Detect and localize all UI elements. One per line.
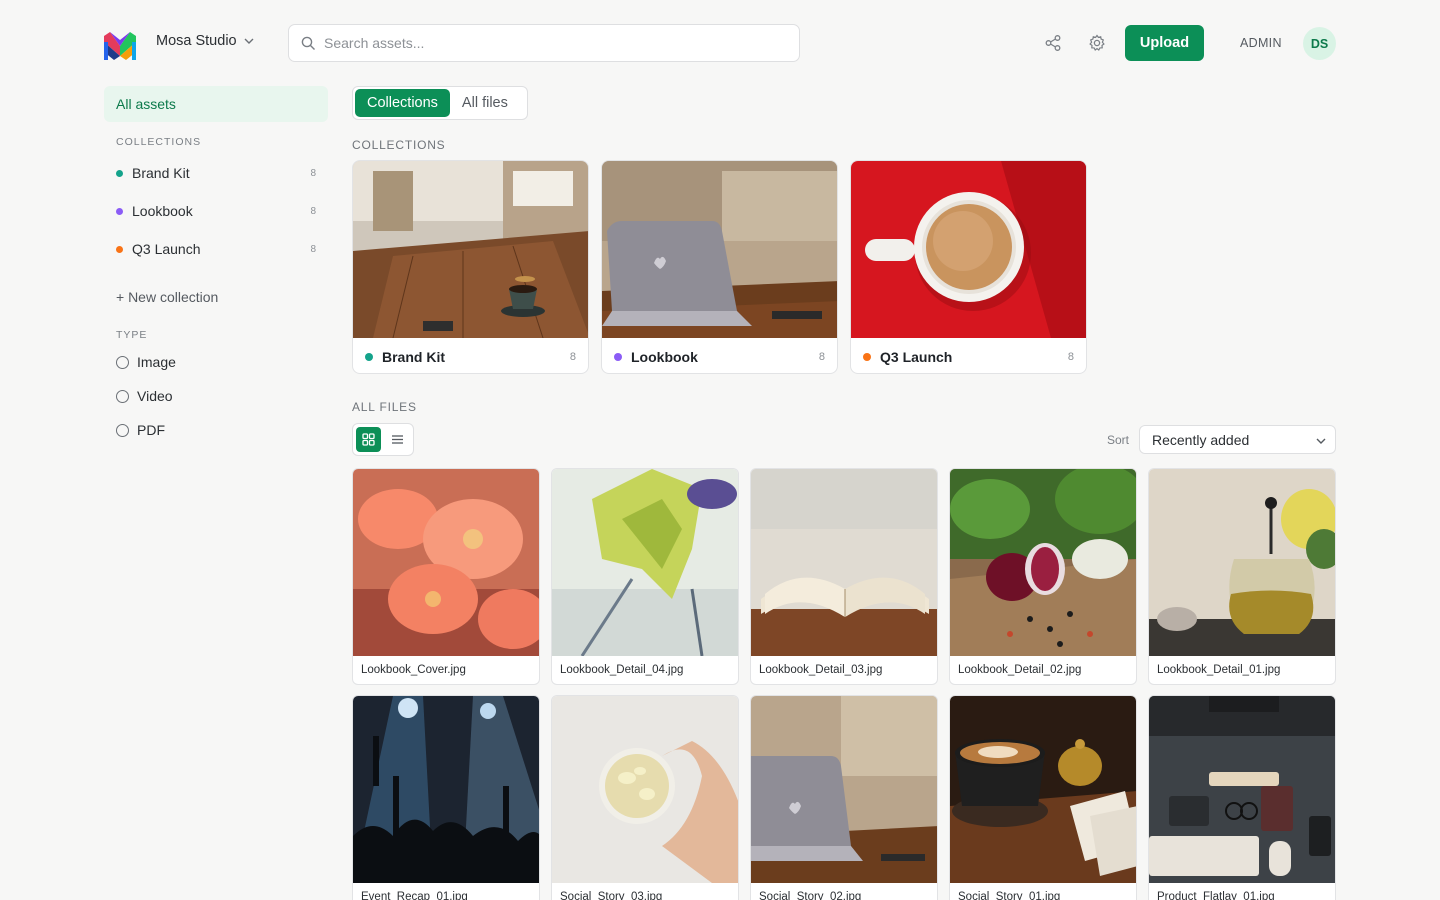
collection-color-dot bbox=[614, 353, 622, 361]
collection-color-dot bbox=[116, 245, 123, 253]
file-card[interactable]: Lookbook_Detail_01.jpg bbox=[1148, 468, 1336, 685]
file-name: Lookbook_Detail_04.jpg bbox=[560, 664, 684, 676]
collection-card-caption: Q3 Launch 8 bbox=[863, 349, 1074, 365]
collection-color-dot bbox=[116, 169, 123, 177]
search-input[interactable] bbox=[324, 35, 764, 51]
upload-button[interactable]: Upload bbox=[1125, 25, 1204, 61]
workspace-switcher[interactable]: Mosa Studio bbox=[156, 33, 255, 49]
file-name: Event_Recap_01.jpg bbox=[361, 891, 468, 900]
top-bar: Mosa Studio Upload ADMIN DS bbox=[0, 0, 1440, 86]
collection-card-caption: Brand Kit 8 bbox=[365, 349, 576, 365]
sort-value: Recently added bbox=[1152, 431, 1250, 448]
type-label: Video bbox=[137, 388, 173, 404]
search-bar[interactable] bbox=[288, 24, 800, 62]
file-name: Social_Story_01.jpg bbox=[958, 891, 1061, 900]
file-thumbnail bbox=[950, 469, 1136, 656]
item-count: 8 bbox=[310, 167, 316, 179]
new-collection-button[interactable]: + New collection bbox=[116, 289, 218, 305]
type-filter-pdf[interactable]: PDF bbox=[116, 420, 165, 440]
file-thumbnail bbox=[751, 469, 937, 656]
file-name: Lookbook_Detail_01.jpg bbox=[1157, 664, 1281, 676]
file-card[interactable]: Lookbook_Detail_02.jpg bbox=[949, 468, 1137, 685]
file-card[interactable]: Product_Flatlay_01.jpg bbox=[1148, 695, 1336, 900]
collection-card-brand-kit[interactable]: Brand Kit 8 bbox=[352, 160, 589, 374]
collection-color-dot bbox=[863, 353, 871, 361]
file-name: Product_Flatlay_01.jpg bbox=[1157, 891, 1275, 900]
item-count: 8 bbox=[1067, 351, 1074, 363]
file-name: Social_Story_03.jpg bbox=[560, 891, 663, 900]
item-count: 8 bbox=[569, 351, 576, 363]
grid-view-icon[interactable] bbox=[356, 427, 381, 452]
file-name: Social_Story_02.jpg bbox=[759, 891, 862, 900]
radio-icon[interactable] bbox=[116, 389, 129, 403]
file-thumbnail bbox=[552, 469, 738, 656]
item-count: 8 bbox=[310, 205, 316, 217]
file-card[interactable]: Event_Recap_01.jpg bbox=[352, 695, 540, 900]
radio-icon[interactable] bbox=[116, 423, 129, 437]
file-card[interactable]: Lookbook_Cover.jpg bbox=[352, 468, 540, 685]
collection-color-dot bbox=[365, 353, 373, 361]
file-name: Lookbook_Detail_03.jpg bbox=[759, 664, 883, 676]
type-filter-video[interactable]: Video bbox=[116, 386, 173, 406]
collection-card-label: Brand Kit bbox=[382, 349, 445, 365]
file-thumbnail bbox=[353, 696, 539, 883]
sidebar-item-label: Brand Kit bbox=[132, 165, 190, 181]
collection-thumbnail bbox=[353, 161, 588, 338]
type-filter-image[interactable]: Image bbox=[116, 352, 176, 372]
role-label: ADMIN bbox=[1240, 36, 1282, 50]
item-count: 8 bbox=[310, 243, 316, 255]
collection-color-dot bbox=[116, 207, 123, 215]
type-heading: TYPE bbox=[116, 329, 148, 341]
avatar[interactable]: DS bbox=[1303, 27, 1336, 60]
logo-icon[interactable] bbox=[104, 32, 136, 60]
tab-collections[interactable]: Collections bbox=[355, 89, 450, 117]
sidebar-item-label: Q3 Launch bbox=[132, 241, 201, 257]
chevron-down-icon bbox=[243, 35, 255, 47]
radio-icon[interactable] bbox=[116, 355, 129, 369]
sidebar-item-q3-launch[interactable]: Q3 Launch 8 bbox=[116, 238, 328, 260]
collection-thumbnail bbox=[602, 161, 837, 338]
collection-thumbnail bbox=[851, 161, 1086, 338]
file-thumbnail bbox=[353, 469, 539, 656]
file-card[interactable]: Social_Story_03.jpg bbox=[551, 695, 739, 900]
type-label: PDF bbox=[137, 422, 165, 438]
collection-card-q3-launch[interactable]: Q3 Launch 8 bbox=[850, 160, 1087, 374]
collection-card-label: Lookbook bbox=[631, 349, 698, 365]
share-icon[interactable] bbox=[1042, 32, 1064, 54]
collections-heading: COLLECTIONS bbox=[116, 136, 202, 148]
collections-section-heading: COLLECTIONS bbox=[352, 138, 446, 152]
file-thumbnail bbox=[751, 696, 937, 883]
all-files-section-heading: ALL FILES bbox=[352, 400, 417, 414]
sidebar-item-label: Lookbook bbox=[132, 203, 193, 219]
sidebar-item-brand-kit[interactable]: Brand Kit 8 bbox=[116, 162, 328, 184]
item-count: 8 bbox=[818, 351, 825, 363]
workspace-name: Mosa Studio bbox=[156, 33, 237, 49]
list-view-icon[interactable] bbox=[385, 427, 410, 452]
sort-select[interactable]: Recently added bbox=[1139, 425, 1336, 454]
search-icon bbox=[301, 36, 316, 51]
file-card[interactable]: Lookbook_Detail_04.jpg bbox=[551, 468, 739, 685]
file-thumbnail bbox=[950, 696, 1136, 883]
collection-card-caption: Lookbook 8 bbox=[614, 349, 825, 365]
file-name: Lookbook_Cover.jpg bbox=[361, 664, 466, 676]
view-tabs: Collections All files bbox=[352, 86, 528, 120]
file-card[interactable]: Social_Story_02.jpg bbox=[750, 695, 938, 900]
file-name: Lookbook_Detail_02.jpg bbox=[958, 664, 1082, 676]
file-thumbnail bbox=[1149, 469, 1335, 656]
tab-all-files[interactable]: All files bbox=[450, 89, 520, 117]
sidebar-item-lookbook[interactable]: Lookbook 8 bbox=[116, 200, 328, 222]
view-mode-toggle bbox=[352, 423, 414, 456]
chevron-down-icon bbox=[1315, 435, 1327, 447]
type-label: Image bbox=[137, 354, 176, 370]
collection-card-label: Q3 Launch bbox=[880, 349, 953, 365]
file-card[interactable]: Lookbook_Detail_03.jpg bbox=[750, 468, 938, 685]
file-card[interactable]: Social_Story_01.jpg bbox=[949, 695, 1137, 900]
file-thumbnail bbox=[1149, 696, 1335, 883]
file-thumbnail bbox=[552, 696, 738, 883]
sidebar-item-all-assets[interactable]: All assets bbox=[104, 86, 328, 122]
sort-label: Sort bbox=[1107, 433, 1130, 447]
collection-card-lookbook[interactable]: Lookbook 8 bbox=[601, 160, 838, 374]
gear-icon[interactable] bbox=[1086, 32, 1108, 54]
